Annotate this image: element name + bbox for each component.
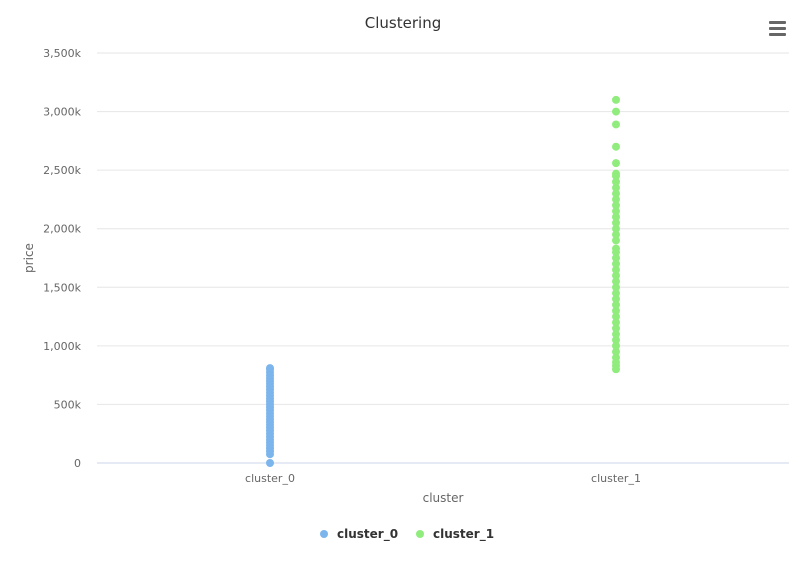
y-tick-label: 1,000k xyxy=(43,340,81,353)
data-points xyxy=(266,95,620,467)
legend-label: cluster_0 xyxy=(337,527,398,542)
legend-label: cluster_1 xyxy=(433,527,494,542)
y-tick-label: 0 xyxy=(74,457,81,470)
data-point-cluster_1[interactable] xyxy=(612,142,620,151)
y-axis-ticks: 0 500k 1,000k 1,500k 2,000k 2,500k 3,000k 3,500… xyxy=(43,47,81,470)
data-point-cluster_1[interactable] xyxy=(612,244,620,253)
legend: cluster_0 cluster_1 xyxy=(320,527,494,542)
data-point-cluster_1[interactable] xyxy=(612,95,620,104)
data-point-cluster_1[interactable] xyxy=(612,159,620,168)
data-point-cluster_1[interactable] xyxy=(612,169,620,178)
legend-marker xyxy=(416,530,424,538)
y-tick-label: 500k xyxy=(54,398,82,411)
chart-title: Clustering xyxy=(365,14,441,32)
x-axis-ticks: cluster_0 cluster_1 xyxy=(245,472,641,485)
grid-lines xyxy=(97,52,789,405)
y-tick-label: 3,000k xyxy=(43,106,81,119)
y-tick-label: 2,500k xyxy=(43,164,81,177)
data-point-cluster_1[interactable] xyxy=(612,120,620,129)
y-tick-label: 2,000k xyxy=(43,223,81,236)
y-tick-label: 3,500k xyxy=(43,47,81,60)
data-point-cluster_0[interactable] xyxy=(266,364,274,373)
y-tick-label: 1,500k xyxy=(43,281,81,294)
data-point-cluster_0[interactable] xyxy=(266,459,274,467)
x-axis-title: cluster xyxy=(423,491,464,505)
scatter-chart: Clustering 0 500k 1,000k 1,500k 2,000k 2,500k… xyxy=(22,14,789,542)
data-point-cluster_1[interactable] xyxy=(612,107,620,116)
legend-item-cluster_0[interactable]: cluster_0 xyxy=(320,527,398,542)
y-axis-title: price xyxy=(22,243,36,273)
x-tick-label: cluster_1 xyxy=(591,472,641,485)
legend-marker xyxy=(320,530,328,538)
x-tick-label: cluster_0 xyxy=(245,472,295,485)
legend-item-cluster_1[interactable]: cluster_1 xyxy=(416,527,494,542)
hamburger-menu-icon[interactable] xyxy=(766,18,788,38)
